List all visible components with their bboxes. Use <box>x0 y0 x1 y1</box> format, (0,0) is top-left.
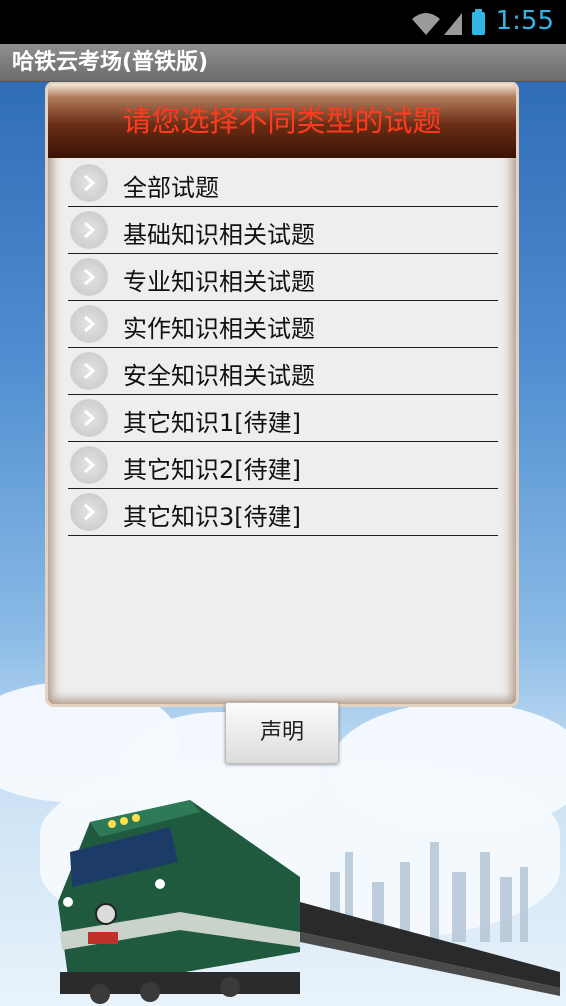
list-item[interactable]: 其它知识3[待建] <box>68 489 498 536</box>
chevron-right-icon <box>70 493 108 531</box>
list-item[interactable]: 基础知识相关试题 <box>68 207 498 254</box>
list-item-label: 安全知识相关试题 <box>123 362 315 390</box>
list-item[interactable]: 安全知识相关试题 <box>68 348 498 395</box>
chevron-right-icon <box>70 446 108 484</box>
list-item-label: 基础知识相关试题 <box>123 221 315 249</box>
chevron-right-icon <box>70 352 108 390</box>
list-item-label: 全部试题 <box>123 174 219 202</box>
list-item-label: 其它知识1[待建] <box>123 409 301 437</box>
list-item-label: 实作知识相关试题 <box>123 315 315 343</box>
chevron-right-icon <box>70 211 108 249</box>
panel-header: 请您选择不同类型的试题 <box>48 84 516 158</box>
list-item[interactable]: 专业知识相关试题 <box>68 254 498 301</box>
chevron-right-icon <box>70 258 108 296</box>
status-bar: 1:55 <box>0 0 566 44</box>
wifi-icon <box>412 13 440 35</box>
list-item[interactable]: 其它知识2[待建] <box>68 442 498 489</box>
chevron-right-icon <box>70 164 108 202</box>
clock: 1:55 <box>495 6 554 36</box>
list-item-label: 其它知识3[待建] <box>123 503 301 531</box>
declaration-button[interactable]: 声明 <box>225 702 339 764</box>
app-title: 哈铁云考场(普铁版) <box>0 44 566 82</box>
train-illustration <box>58 800 560 1004</box>
battery-icon <box>472 9 485 35</box>
list-item[interactable]: 全部试题 <box>68 160 498 207</box>
list-item-label: 其它知识2[待建] <box>123 456 301 484</box>
list-item-label: 专业知识相关试题 <box>123 268 315 296</box>
question-type-list: 全部试题 基础知识相关试题 专业知识相关试题 实作知识相关试题 安全知识相关试题… <box>68 160 498 536</box>
status-icons <box>412 9 485 35</box>
chevron-right-icon <box>70 305 108 343</box>
signal-icon <box>444 13 462 35</box>
chevron-right-icon <box>70 399 108 437</box>
list-item[interactable]: 实作知识相关试题 <box>68 301 498 348</box>
list-item[interactable]: 其它知识1[待建] <box>68 395 498 442</box>
background-scene: 请您选择不同类型的试题 全部试题 基础知识相关试题 专业知识相关试题 实作知识相… <box>0 82 566 1006</box>
question-type-panel: 请您选择不同类型的试题 全部试题 基础知识相关试题 专业知识相关试题 实作知识相… <box>48 84 516 704</box>
